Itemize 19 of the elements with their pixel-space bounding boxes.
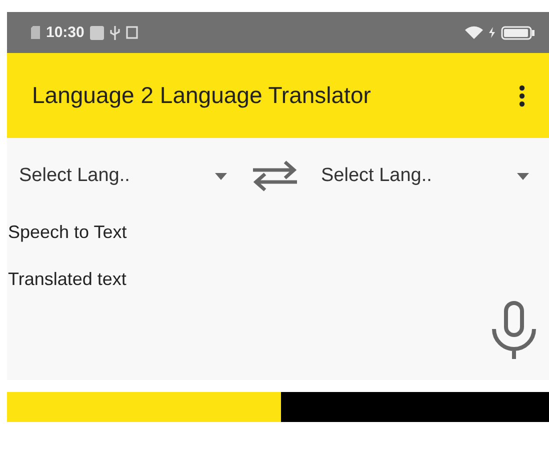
language-dropdown[interactable]: Select Lang..: [309, 165, 535, 187]
dropdown-caret-icon: [215, 172, 227, 180]
speech-text-label: Speech to Text: [7, 221, 128, 244]
translated-text-label: Translated text: [7, 268, 128, 291]
wifi-icon: [465, 26, 483, 39]
status-time: 10:30: [46, 24, 84, 41]
battery-icon: [501, 26, 535, 40]
dropdown-caret-icon: [517, 172, 529, 180]
menu-icon: [519, 84, 525, 106]
app-title: Language 2 Language Translator: [32, 82, 372, 109]
microphone-icon: [491, 301, 537, 359]
swap-arrows-icon: [253, 159, 297, 193]
microphone-button[interactable]: [491, 301, 537, 359]
notification-icon: [90, 26, 104, 40]
usb-icon: [110, 26, 120, 40]
sim-card-icon: [31, 26, 40, 39]
image-icon: [126, 26, 138, 39]
language-dropdown[interactable]: Select Lang..: [7, 165, 233, 187]
charging-icon: [489, 27, 495, 38]
